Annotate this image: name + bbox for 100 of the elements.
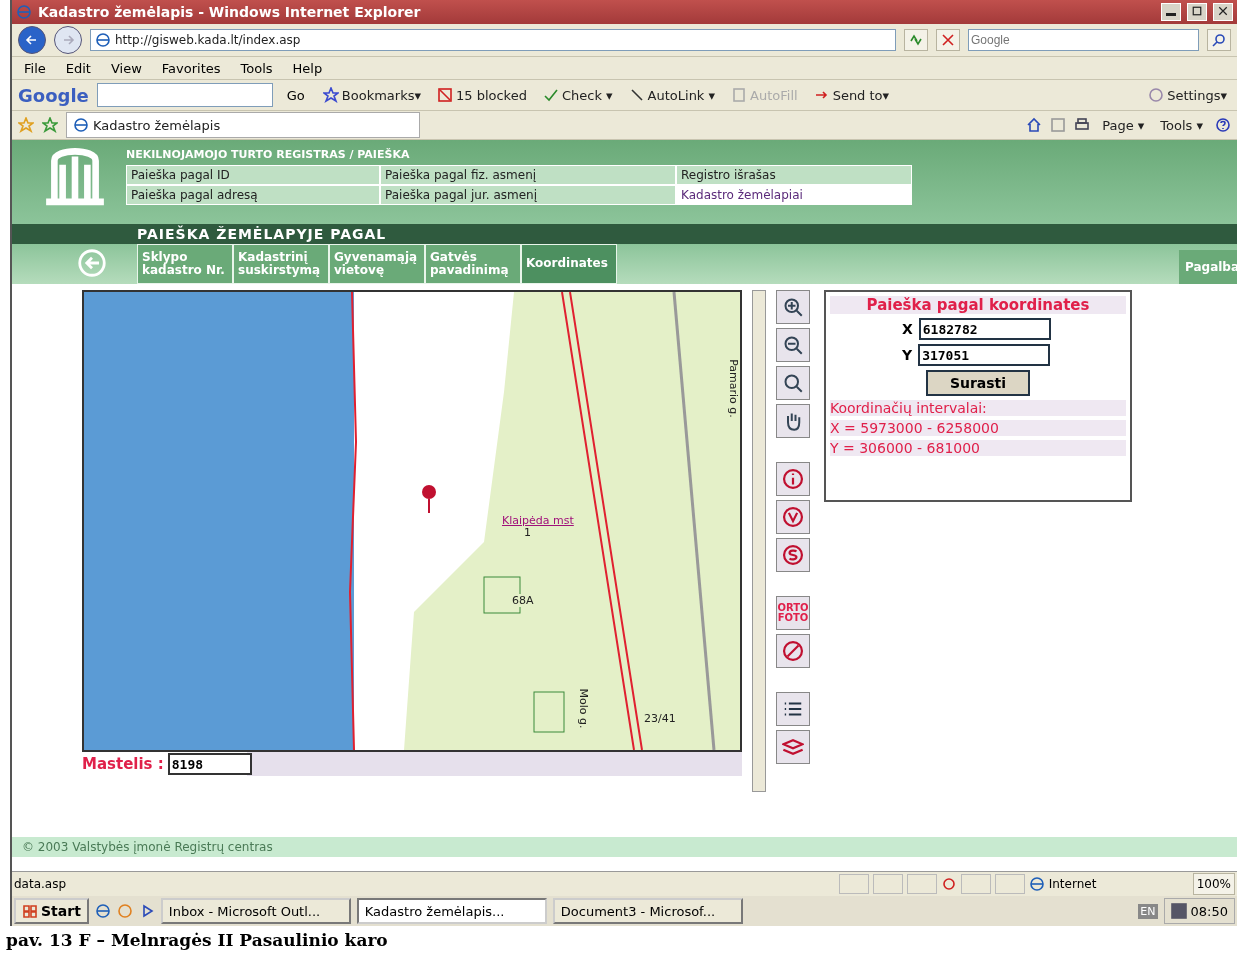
globe-icon xyxy=(94,903,111,919)
x-range: X = 5973000 - 6258000 xyxy=(830,420,1126,436)
browser-tab[interactable]: Kadastro žemėlapis xyxy=(66,112,420,138)
map-view[interactable]: Pamario g. Klaipėda mst 1 68A Molo g. 23/41 xyxy=(82,290,742,752)
y-range: Y = 306000 - 681000 xyxy=(830,440,1126,456)
menu-item[interactable]: View xyxy=(104,60,148,76)
scrollbar[interactable] xyxy=(752,290,766,792)
map-tool-button[interactable] xyxy=(776,366,810,400)
settings-button[interactable]: Settings▾ xyxy=(1144,87,1231,103)
tab-title: Kadastro žemėlapis xyxy=(93,117,221,133)
star-icon xyxy=(322,87,339,103)
map-label: 1 xyxy=(524,526,531,539)
tray-icon xyxy=(1170,903,1187,919)
go-button[interactable]: Go xyxy=(280,87,311,103)
back-button[interactable] xyxy=(18,26,46,54)
zoom-in-icon xyxy=(783,297,803,317)
blocked-eye-icon xyxy=(940,876,957,892)
zone-text: Internet xyxy=(1048,877,1097,891)
url-text: http://gisweb.kada.lt/index.asp xyxy=(115,33,301,47)
add-favorite-icon xyxy=(42,117,58,133)
start-button[interactable]: Start xyxy=(14,898,89,924)
forward-button[interactable] xyxy=(54,26,82,54)
nav-link[interactable]: Paieška pagal jur. asmenį xyxy=(380,185,676,205)
nav-link[interactable]: Kadastro žemėlapiai xyxy=(676,185,912,205)
intervals-title: Koordinačių intervalai: xyxy=(830,400,1126,416)
status-pane xyxy=(872,874,903,894)
building-plot xyxy=(533,691,565,733)
map-tool-button[interactable] xyxy=(776,500,810,534)
minimize-icon xyxy=(1166,13,1176,16)
map-tool-button[interactable] xyxy=(776,538,810,572)
scale-field[interactable]: 8198 xyxy=(167,753,252,775)
s-circle-icon xyxy=(782,544,804,566)
refresh-button[interactable] xyxy=(904,29,928,51)
close-button[interactable] xyxy=(1213,3,1233,21)
nav-link[interactable]: Paieška pagal adresą xyxy=(126,185,380,205)
v-circle-icon xyxy=(782,506,804,528)
map-label: Molo g. xyxy=(577,688,591,729)
layers-icon xyxy=(782,736,804,758)
map-tool-button[interactable]: ORTO FOTO xyxy=(776,596,810,630)
y-field[interactable]: 317051 xyxy=(918,344,1051,366)
menu-item[interactable]: File xyxy=(18,60,52,76)
map-tool-button[interactable] xyxy=(776,634,810,668)
home-icon xyxy=(1026,117,1043,133)
search-field[interactable]: Google xyxy=(968,29,1199,51)
circle-icon xyxy=(1148,87,1165,103)
google-search-field[interactable] xyxy=(96,83,273,107)
y-label: Y xyxy=(902,347,913,363)
status-pane xyxy=(838,874,869,894)
toolbar-button[interactable]: Check ▾ xyxy=(538,87,617,103)
stop-button[interactable] xyxy=(936,29,960,51)
maximize-button[interactable] xyxy=(1187,3,1207,21)
menu-item[interactable]: Favorites xyxy=(155,60,227,76)
taskbar-button[interactable]: Inbox - Microsoft Outl... xyxy=(160,898,351,924)
toolbar-button[interactable]: Send to▾ xyxy=(809,87,894,103)
help-icon xyxy=(1215,117,1231,133)
orto-foto-label: ORTO FOTO xyxy=(777,603,809,623)
info-icon xyxy=(782,468,804,490)
map-tool-button[interactable] xyxy=(776,462,810,496)
band-title: PAIEŠKA ŽEMĖLAPYJE PAGAL xyxy=(137,226,387,242)
map-tool-button[interactable] xyxy=(776,730,810,764)
menu-item[interactable]: Tools xyxy=(234,60,279,76)
search-icon xyxy=(1211,32,1227,48)
x-label: X xyxy=(902,321,913,337)
x-field[interactable]: 6182782 xyxy=(918,318,1051,340)
map-tool-button[interactable] xyxy=(776,692,810,726)
map-tool-button[interactable] xyxy=(776,404,810,438)
address-field[interactable]: http://gisweb.kada.lt/index.asp xyxy=(90,29,896,51)
page-menu-button[interactable]: Page ▾ xyxy=(1098,117,1149,133)
nav-link[interactable]: Paieška pagal fiz. asmenį xyxy=(380,165,676,185)
map-label: Klaipėda mst xyxy=(502,514,574,527)
check-icon xyxy=(542,87,559,103)
status-text: data.asp xyxy=(14,877,68,891)
nav-link[interactable]: Paieška pagal ID xyxy=(126,165,380,185)
close-icon xyxy=(1217,5,1229,17)
globe-icon xyxy=(73,117,89,133)
map-tool-button[interactable] xyxy=(776,328,810,362)
panel-title: Paieška pagal koordinates xyxy=(830,296,1126,314)
tools-menu-button[interactable]: Tools ▾ xyxy=(1156,117,1207,133)
zoom-button[interactable]: 100% xyxy=(1192,873,1235,895)
toolbar-button[interactable]: 15 blocked xyxy=(432,87,531,103)
search-button[interactable] xyxy=(1207,29,1231,51)
language-indicator[interactable]: EN xyxy=(1138,903,1158,919)
scale-label: Mastelis : xyxy=(82,755,164,773)
find-button[interactable]: Surasti xyxy=(926,370,1030,396)
toolbar-button[interactable]: AutoLink ▾ xyxy=(624,87,720,103)
section-title: NEKILNOJAMOJO TURTO REGISTRAS / PAIEŠKA xyxy=(126,148,411,161)
clock: 08:50 xyxy=(1190,903,1228,919)
globe-icon xyxy=(1028,876,1045,892)
minimize-button[interactable] xyxy=(1161,3,1181,21)
menu-item[interactable]: Help xyxy=(286,60,329,76)
toolbar-button[interactable]: Bookmarks▾ xyxy=(318,87,425,103)
taskbar-button[interactable]: Kadastro žemėlapis... xyxy=(356,898,547,924)
nav-link[interactable]: Registro išrašas xyxy=(676,165,912,185)
favorites-star-icon xyxy=(18,117,34,133)
status-pane xyxy=(994,874,1025,894)
map-search-tab[interactable]: Koordinates xyxy=(521,244,617,284)
blocked-icon xyxy=(436,87,453,103)
taskbar-button[interactable]: Document3 - Microsof... xyxy=(552,898,743,924)
menu-item[interactable]: Edit xyxy=(59,60,97,76)
map-tool-button[interactable] xyxy=(776,290,810,324)
